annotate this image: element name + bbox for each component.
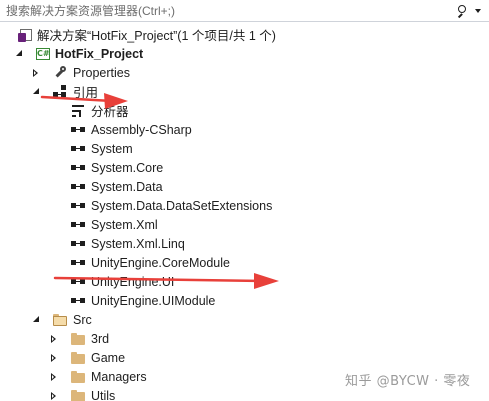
- reference-icon: [70, 122, 86, 138]
- reference-icon: [70, 255, 86, 271]
- solution-label: 解决方案“HotFix_Project”(1 个项目/共 1 个): [37, 29, 276, 43]
- search-input[interactable]: 搜索解决方案资源管理器(Ctrl+;): [0, 2, 455, 19]
- folder-label: Managers: [91, 369, 147, 384]
- search-icon[interactable]: [455, 3, 471, 19]
- collapsed-arrow-icon[interactable]: [31, 69, 41, 79]
- collapsed-arrow-icon[interactable]: [49, 392, 59, 401]
- collapsed-arrow-icon[interactable]: [49, 335, 59, 345]
- reference-label: System: [91, 141, 133, 156]
- reference-label: Assembly-CSharp: [91, 122, 192, 137]
- expanded-arrow-icon[interactable]: [14, 49, 24, 59]
- reference-label: System.Core: [91, 160, 164, 175]
- properties-label: Properties: [73, 65, 130, 80]
- folder-label: Game: [91, 350, 126, 365]
- expanded-arrow-icon[interactable]: [31, 87, 41, 97]
- references-icon: [52, 84, 68, 100]
- chevron-down-icon[interactable]: [475, 8, 481, 13]
- reference-icon: [70, 141, 86, 157]
- reference-icon: [70, 274, 86, 290]
- expanded-arrow-icon[interactable]: [31, 315, 41, 325]
- project-label: HotFix_Project: [55, 46, 144, 61]
- wrench-icon: [52, 65, 68, 81]
- references-label: 引用: [73, 86, 99, 100]
- folder-label: 3rd: [91, 331, 110, 346]
- reference-icon: [70, 293, 86, 309]
- open-folder-icon: [52, 312, 68, 328]
- reference-label: UnityEngine.CoreModule: [91, 255, 230, 270]
- collapsed-arrow-icon[interactable]: [49, 373, 59, 383]
- folder-icon: [70, 388, 86, 401]
- reference-icon: [70, 198, 86, 214]
- folder-icon: [70, 369, 86, 385]
- reference-label: System.Xml: [91, 217, 158, 232]
- reference-icon: [70, 160, 86, 176]
- reference-label: UnityEngine.UIModule: [91, 293, 216, 308]
- reference-label: System.Data: [91, 179, 163, 194]
- solution-tree: 解决方案“HotFix_Project”(1 个项目/共 1 个) C# Hot…: [0, 22, 489, 401]
- folder-label: Src: [73, 312, 92, 327]
- search-bar[interactable]: 搜索解决方案资源管理器(Ctrl+;): [0, 0, 489, 22]
- folder-icon: [70, 350, 86, 366]
- watermark: 知乎 @BYCW · 零夜: [345, 374, 471, 389]
- solution-icon: [18, 27, 34, 43]
- csharp-project-icon: C#: [36, 48, 50, 60]
- reference-icon: [70, 236, 86, 252]
- collapsed-arrow-icon[interactable]: [49, 354, 59, 364]
- reference-icon: [70, 179, 86, 195]
- folder-icon: [70, 331, 86, 347]
- reference-icon: [70, 217, 86, 233]
- reference-label: 分析器: [91, 105, 129, 119]
- reference-label: System.Xml.Linq: [91, 236, 185, 251]
- folder-label: Utils: [91, 388, 116, 401]
- analyzer-icon: [70, 103, 86, 119]
- reference-label: UnityEngine.UI: [91, 274, 175, 289]
- reference-label: System.Data.DataSetExtensions: [91, 198, 273, 213]
